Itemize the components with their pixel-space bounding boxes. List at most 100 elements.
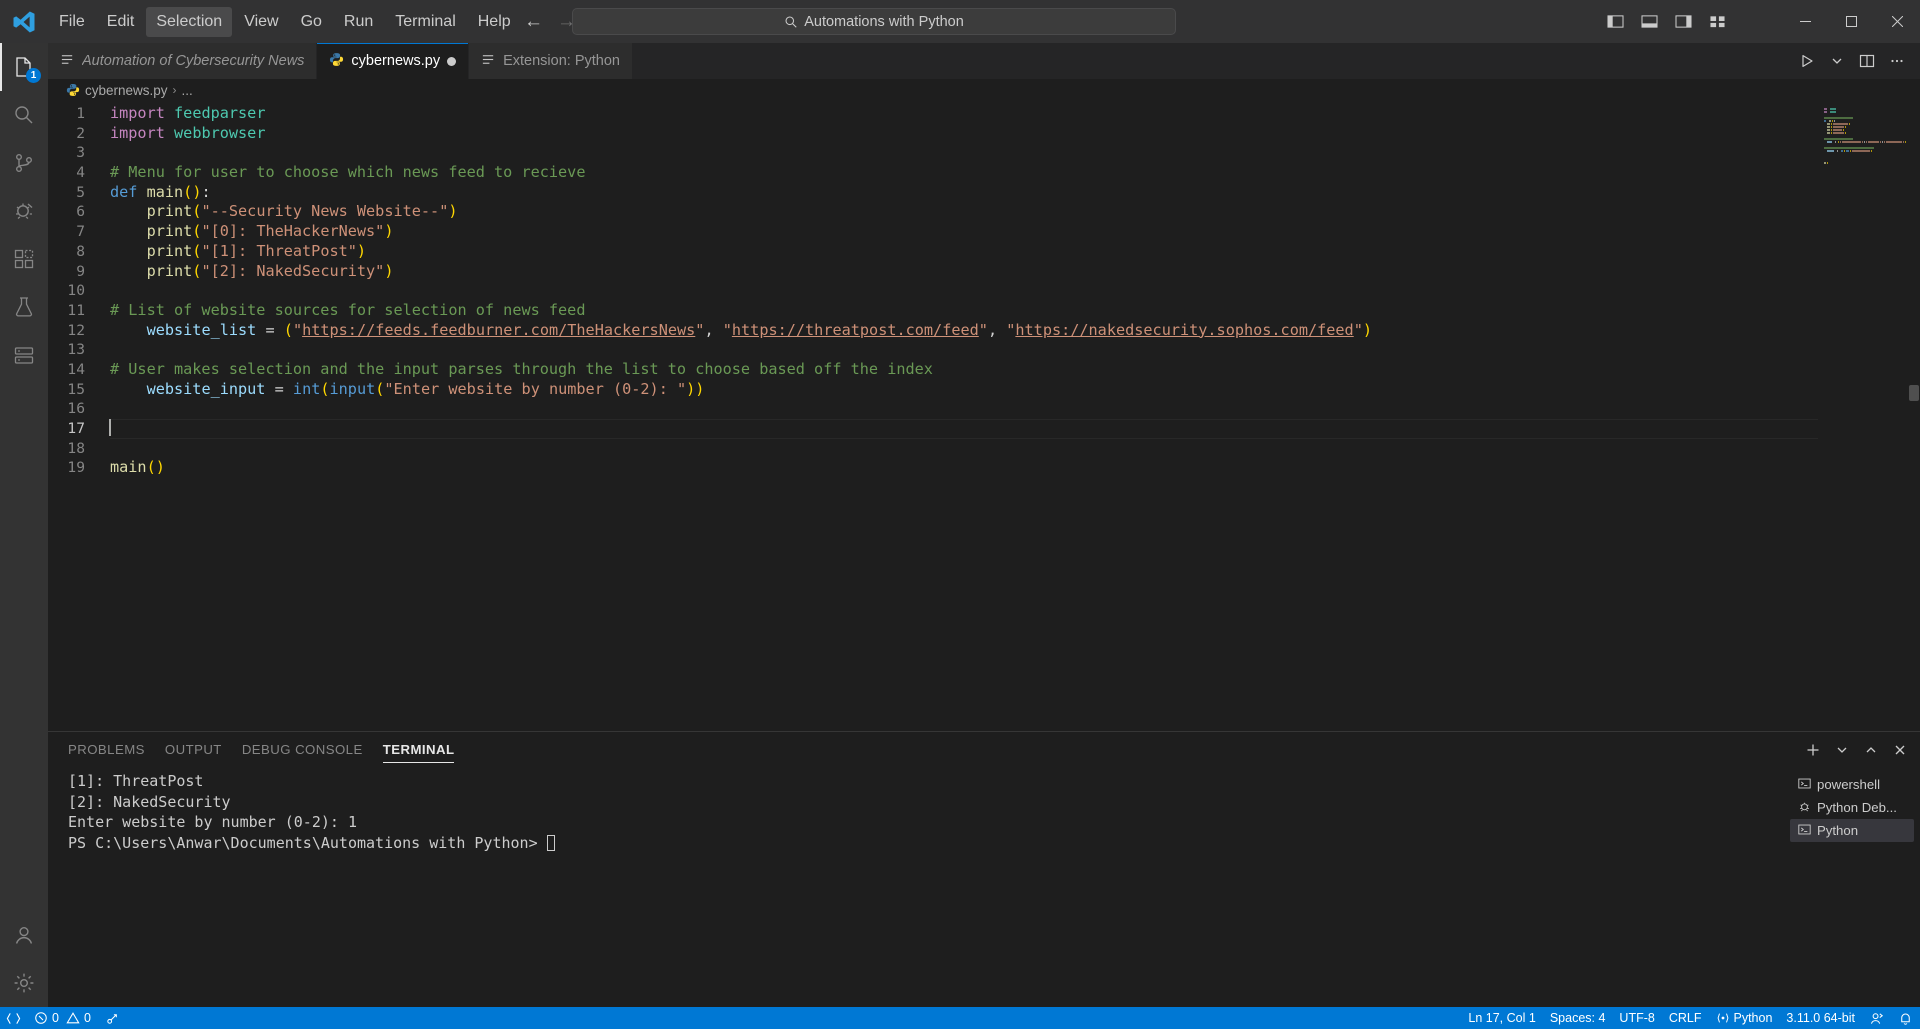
tab-debug-console[interactable]: DEBUG CONSOLE [242, 732, 363, 767]
menu-view[interactable]: View [234, 7, 288, 37]
accounts-button[interactable] [0, 911, 48, 959]
chevron-up-icon[interactable] [1859, 738, 1883, 762]
toggle-panel-icon[interactable] [1636, 11, 1662, 33]
code-line[interactable]: 17 [48, 419, 1920, 439]
status-remote-indicator[interactable] [0, 1007, 27, 1029]
tab-automation-of-cybersecurity-news[interactable]: Automation of Cybersecurity News [48, 43, 318, 79]
code-line[interactable]: 7 print("[0]: TheHackerNews") [48, 222, 1920, 242]
code-line[interactable]: 12 website_list = ("https://feeds.feedbu… [48, 321, 1920, 341]
editor-scrollbar-thumb[interactable] [1909, 385, 1919, 401]
status-ports[interactable] [98, 1007, 127, 1029]
command-center-search[interactable]: Automations with Python [572, 8, 1176, 35]
close-icon[interactable] [1888, 738, 1912, 762]
status-accounts[interactable] [1862, 1007, 1891, 1029]
minimap-line [1824, 126, 1906, 128]
tab-cybernews-py[interactable]: cybernews.py [317, 43, 470, 79]
terminal-instance-python-debug[interactable]: Python Deb... [1790, 796, 1914, 819]
chevron-down-icon[interactable] [1830, 738, 1854, 762]
breadcrumb-separator: › [172, 83, 177, 97]
ellipsis-icon[interactable] [1884, 48, 1910, 74]
menu-run[interactable]: Run [334, 7, 383, 37]
debug-icon [1798, 800, 1811, 816]
menu-edit[interactable]: Edit [97, 7, 145, 37]
status-language-mode[interactable]: Python [1709, 1007, 1780, 1029]
minimize-icon[interactable] [1782, 0, 1828, 43]
breadcrumb-file[interactable]: cybernews.py [85, 83, 168, 98]
plus-icon[interactable] [1801, 738, 1825, 762]
bottom-panel: PROBLEMS OUTPUT DEBUG CONSOLE TERMINAL [… [48, 731, 1920, 1007]
code-line[interactable]: 19 main() [48, 458, 1920, 478]
code-line[interactable]: 18 [48, 439, 1920, 459]
terminal-output[interactable]: [1]: ThreatPost [2]: NakedSecurity Enter… [48, 767, 1790, 1007]
code-token: " [722, 320, 732, 339]
sidebar-item-remote-explorer[interactable] [0, 331, 48, 379]
status-python-interpreter[interactable]: 3.11.0 64-bit [1779, 1007, 1862, 1029]
code-editor[interactable]: 1 import feedparser 2 import webbrowser 3 4 # … [48, 101, 1920, 731]
minimap[interactable] [1818, 101, 1906, 731]
status-eol[interactable]: CRLF [1662, 1007, 1709, 1029]
breadcrumb-more[interactable]: ... [182, 83, 193, 98]
terminal-prompt: PS C:\Users\Anwar\Documents\Automations … [68, 833, 547, 852]
sidebar-item-extensions[interactable] [0, 235, 48, 283]
tab-problems[interactable]: PROBLEMS [68, 732, 145, 767]
tab-dirty-indicator[interactable] [447, 56, 457, 66]
code-line[interactable]: 10 [48, 281, 1920, 301]
status-notifications[interactable] [1891, 1007, 1920, 1029]
maximize-icon[interactable] [1828, 0, 1874, 43]
status-encoding[interactable]: UTF-8 [1612, 1007, 1661, 1029]
play-icon[interactable] [1794, 48, 1820, 74]
code-line[interactable]: 6 print("--Security News Website--") [48, 202, 1920, 222]
menu-selection[interactable]: Selection [146, 6, 233, 37]
menu-file[interactable]: File [49, 7, 95, 37]
tab-extension-python[interactable]: Extension: Python [469, 43, 633, 79]
code-line-content: import webbrowser [110, 124, 1920, 144]
code-line[interactable]: 16 [48, 399, 1920, 419]
code-line[interactable]: 4 # Menu for user to choose which news fe… [48, 163, 1920, 183]
sidebar-item-run-and-debug[interactable] [0, 187, 48, 235]
sidebar-item-search[interactable] [0, 91, 48, 139]
close-icon[interactable] [1874, 0, 1920, 43]
toggle-secondary-sidebar-icon[interactable] [1670, 11, 1696, 33]
line-number: 9 [76, 262, 85, 280]
line-number: 8 [76, 242, 85, 260]
code-token: " [1353, 320, 1363, 339]
code-line[interactable]: 9 print("[2]: NakedSecurity") [48, 262, 1920, 282]
code-line[interactable]: 13 [48, 340, 1920, 360]
code-lines[interactable]: 1 import feedparser 2 import webbrowser 3 4 # … [48, 101, 1920, 731]
code-line-content: website_list = ("https://feeds.feedburne… [110, 321, 1920, 341]
account-icon [15, 927, 33, 944]
editor-scrollbar[interactable] [1906, 101, 1920, 731]
code-line[interactable]: 11 # List of website sources for selectio… [48, 301, 1920, 321]
code-line[interactable]: 2 import webbrowser [48, 124, 1920, 144]
terminal-instance-python[interactable]: Python [1790, 819, 1914, 842]
terminal-instance-powershell[interactable]: powershell [1790, 773, 1914, 796]
status-problems[interactable]: 0 0 [27, 1007, 98, 1029]
tab-terminal[interactable]: TERMINAL [382, 732, 455, 767]
status-editor-position[interactable]: Ln 17, Col 1 [1461, 1007, 1542, 1029]
menu-go[interactable]: Go [291, 7, 332, 37]
split-editor-icon[interactable] [1854, 48, 1880, 74]
code-line-content: website_input = int(input("Enter website… [110, 380, 1920, 400]
sidebar-item-explorer[interactable]: 1 [0, 43, 48, 91]
code-line[interactable]: 3 [48, 143, 1920, 163]
sidebar-item-testing[interactable] [0, 283, 48, 331]
toggle-primary-sidebar-icon[interactable] [1602, 11, 1628, 33]
menu-help[interactable]: Help [468, 7, 521, 37]
manage-settings-button[interactable] [0, 959, 48, 1007]
code-line[interactable]: 1 import feedparser [48, 104, 1920, 124]
code-line[interactable]: 8 print("[1]: ThreatPost") [48, 242, 1920, 262]
code-line[interactable]: 15 website_input = int(input("Enter webs… [48, 380, 1920, 400]
code-line[interactable]: 5 def main(): [48, 183, 1920, 203]
minimap-line [1824, 159, 1906, 161]
sidebar-item-source-control[interactable] [0, 139, 48, 187]
tab-output[interactable]: OUTPUT [165, 732, 222, 767]
status-indentation[interactable]: Spaces: 4 [1543, 1007, 1613, 1029]
arrow-left-icon[interactable]: ← [524, 12, 543, 31]
account-icon [1870, 1012, 1884, 1024]
markdown-icon [481, 52, 496, 71]
code-line[interactable]: 14 # User makes selection and the input p… [48, 360, 1920, 380]
chevron-down-icon[interactable] [1824, 48, 1850, 74]
menu-terminal[interactable]: Terminal [385, 7, 465, 37]
customize-layout-icon[interactable] [1704, 11, 1730, 33]
